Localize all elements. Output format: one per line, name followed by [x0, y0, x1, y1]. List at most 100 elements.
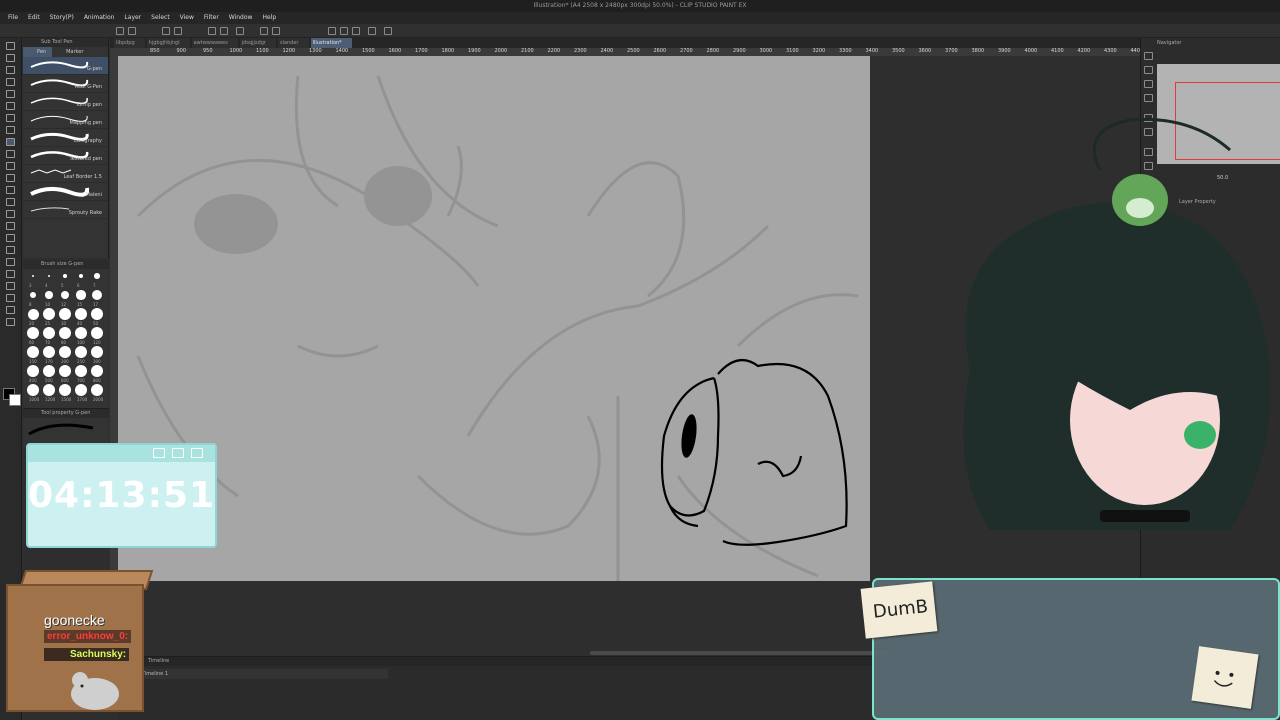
brush-size-dot[interactable] [59, 365, 71, 377]
blend-tool-icon[interactable] [6, 198, 15, 206]
brush-size-dot[interactable] [32, 275, 34, 277]
tab-pen[interactable]: Pen [23, 47, 53, 57]
brush-size-dot[interactable] [27, 365, 39, 377]
brush-size-dot[interactable] [43, 365, 55, 377]
brush-size-dot[interactable] [91, 346, 103, 358]
brush-size-dot[interactable] [76, 290, 86, 300]
gradient-tool-icon[interactable] [6, 222, 15, 230]
brush-calligraphy[interactable]: Calligraphy [23, 129, 108, 147]
snap-icon[interactable] [340, 27, 348, 35]
operation-tool-icon[interactable] [6, 90, 15, 98]
transform-icon[interactable] [272, 27, 280, 35]
brush-size-dot[interactable] [91, 289, 103, 301]
brush-tool-icon[interactable] [6, 150, 15, 158]
settings-icon[interactable] [368, 27, 376, 35]
brush-size-dot[interactable] [43, 346, 55, 358]
brush-size-dot[interactable] [60, 290, 70, 300]
brush-sprouty-rake[interactable]: Sprouty Rake [23, 201, 108, 219]
doc-tab-active[interactable]: Illustration* [310, 38, 352, 48]
brush-size-dot[interactable] [63, 274, 67, 278]
brush-size-dot[interactable] [75, 384, 87, 396]
doc-tab[interactable]: ilbpdpg [114, 38, 145, 48]
menu-animation[interactable]: Animation [84, 12, 115, 24]
brush-size-dot[interactable] [91, 327, 103, 339]
airbrush-tool-icon[interactable] [6, 162, 15, 170]
brush-mapping-pen[interactable]: Mapping pen [23, 111, 108, 129]
brush-textured-pen[interactable]: Textured pen [23, 147, 108, 165]
doc-tab[interactable]: hjgbgjhbjngl [146, 38, 190, 48]
brush-size-dot[interactable] [75, 327, 87, 339]
print-icon[interactable] [174, 27, 182, 35]
brush-size-dot[interactable] [27, 346, 39, 358]
brush-size-dot[interactable] [75, 308, 87, 320]
doc-tab[interactable]: slander [277, 38, 309, 48]
doc-tab[interactable]: jdsqjjsdgr [239, 38, 276, 48]
brush-size-dot[interactable] [91, 365, 103, 377]
brush-size-dot[interactable] [59, 346, 71, 358]
brush-size-dot[interactable] [45, 291, 53, 299]
brush-size-dot[interactable] [59, 384, 71, 396]
correct-line-tool-icon[interactable] [6, 294, 15, 302]
balloon-tool-icon[interactable] [6, 282, 15, 290]
ruler-snap-icon[interactable] [328, 27, 336, 35]
panel-icon[interactable] [1144, 80, 1153, 88]
figure-tool-icon[interactable] [6, 234, 15, 242]
brush-size-dot[interactable] [59, 308, 71, 320]
eraser-tool-icon[interactable] [6, 186, 15, 194]
brush-size-dot[interactable] [27, 308, 39, 320]
brush-size-dot[interactable] [29, 291, 37, 299]
brush-size-dot[interactable] [27, 384, 39, 396]
brush-size-dot[interactable] [75, 346, 87, 358]
menu-file[interactable]: File [8, 12, 18, 24]
tone-tool-icon[interactable] [6, 306, 15, 314]
lasso-tool-icon[interactable] [6, 78, 15, 86]
menu-window[interactable]: Window [229, 12, 253, 24]
undo-icon[interactable] [208, 27, 216, 35]
transform-tool-icon[interactable] [6, 114, 15, 122]
tab-marker[interactable]: Marker [52, 47, 89, 57]
menu-view[interactable]: View [180, 12, 194, 24]
brush-size-dot[interactable] [94, 273, 100, 279]
menu-help[interactable]: Help [262, 12, 276, 24]
brush-g-pen[interactable]: G-pen [23, 57, 108, 75]
brush-size-dot[interactable] [27, 327, 39, 339]
brush-icon[interactable] [384, 27, 392, 35]
brush-size-dot[interactable] [75, 365, 87, 377]
sub-color-swatch[interactable] [9, 394, 21, 406]
timeline-track[interactable]: Timeline 1 [138, 669, 388, 679]
brush-leaf-border[interactable]: Leaf Border 1.5 [23, 165, 108, 183]
menu-edit[interactable]: Edit [28, 12, 40, 24]
perspective-snap-icon[interactable] [352, 27, 360, 35]
pencil-tool-icon[interactable] [6, 138, 15, 146]
redo-icon[interactable] [220, 27, 228, 35]
brush-size-dot[interactable] [91, 308, 103, 320]
brush-size-dot[interactable] [78, 273, 84, 279]
doc-tab[interactable]: awtwwwawes [191, 38, 238, 48]
menu-layer[interactable]: Layer [124, 12, 141, 24]
zoom-tool-icon[interactable] [6, 42, 15, 50]
brush-turnip-pen[interactable]: Turnip pen [23, 93, 108, 111]
pen-tool-icon[interactable] [6, 126, 15, 134]
frame-tool-icon[interactable] [6, 246, 15, 254]
panel-icon[interactable] [1144, 94, 1153, 102]
panel-icon[interactable] [1144, 66, 1153, 74]
brush-real-g-pen[interactable]: Real G-Pen [23, 75, 108, 93]
brush-maleni[interactable]: Maleni [23, 183, 108, 201]
select-tool-icon[interactable] [6, 66, 15, 74]
fill-icon[interactable] [260, 27, 268, 35]
horizontal-scrollbar[interactable] [590, 651, 890, 655]
brush-size-dot[interactable] [47, 274, 51, 278]
ruler-tool-icon[interactable] [6, 258, 15, 266]
eyedropper-tool-icon[interactable] [6, 102, 15, 110]
decoration-tool-icon[interactable] [6, 174, 15, 182]
brush-size-dot[interactable] [43, 384, 55, 396]
panel-icon[interactable] [1144, 52, 1153, 60]
brush-size-dot[interactable] [91, 384, 103, 396]
menu-select[interactable]: Select [151, 12, 170, 24]
menu-story[interactable]: Story(P) [50, 12, 74, 24]
menu-filter[interactable]: Filter [204, 12, 219, 24]
brush-size-dot[interactable] [43, 308, 55, 320]
save-icon[interactable] [162, 27, 170, 35]
move-tool-icon[interactable] [6, 54, 15, 62]
brush-size-dot[interactable] [43, 327, 55, 339]
